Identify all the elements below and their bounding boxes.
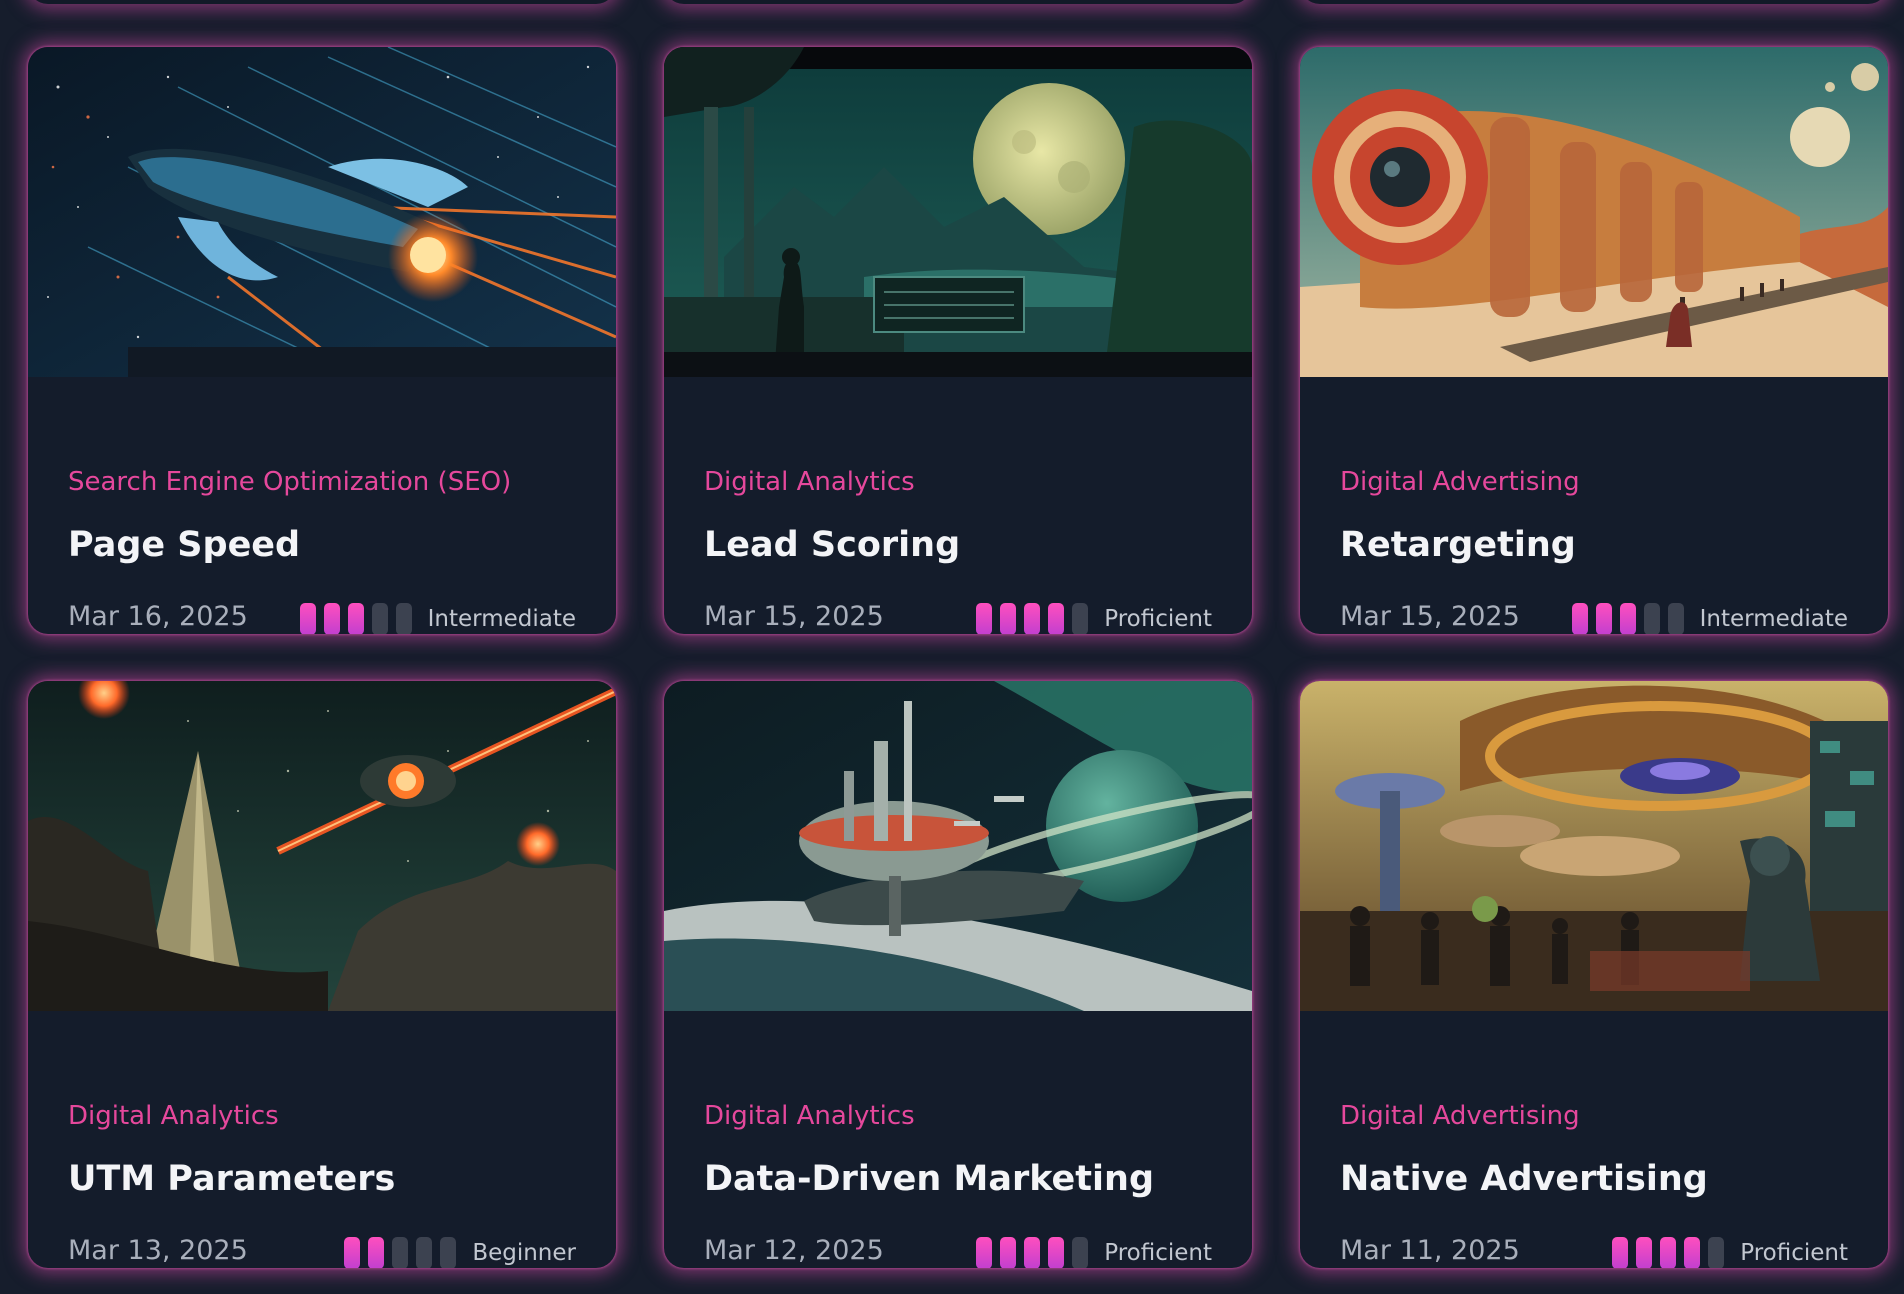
article-category[interactable]: Search Engine Optimization (SEO) [68, 467, 511, 497]
article-card[interactable]: Digital Advertising Retargeting Mar 15, … [1300, 47, 1888, 634]
difficulty-label: Proficient [1104, 1240, 1212, 1266]
alien-rocket-illustration [28, 681, 616, 1011]
difficulty-bar-filled [347, 603, 364, 634]
difficulty-bar-filled [368, 1237, 385, 1268]
article-date: Mar 16, 2025 [68, 601, 248, 632]
difficulty-bar-filled [1636, 1237, 1653, 1268]
difficulty-label: Intermediate [1699, 606, 1848, 632]
article-grid: Search Engine Optimization (SEO) Page Sp… [28, 47, 1888, 1268]
article-thumbnail[interactable] [28, 47, 616, 377]
difficulty-bar-empty [395, 603, 412, 634]
article-thumbnail[interactable] [664, 47, 1252, 377]
difficulty-label: Proficient [1104, 606, 1212, 632]
difficulty-bar-filled [323, 603, 340, 634]
spaceship-illustration [28, 47, 616, 377]
moon-valley-illustration [664, 47, 1252, 377]
desert-train-illustration [1300, 47, 1888, 377]
difficulty-bars [1571, 603, 1684, 634]
article-thumbnail[interactable] [1300, 47, 1888, 377]
difficulty-indicator: Proficient [976, 603, 1212, 634]
difficulty-bars [344, 1237, 457, 1268]
article-thumbnail[interactable] [664, 681, 1252, 1011]
article-title[interactable]: Lead Scoring [704, 525, 960, 565]
difficulty-bar-filled [1595, 603, 1612, 634]
article-card[interactable]: Digital Analytics Lead Scoring Mar 15, 2… [664, 47, 1252, 634]
difficulty-bar-filled [1048, 603, 1065, 634]
article-title[interactable]: Native Advertising [1340, 1159, 1708, 1199]
difficulty-bar-filled [1024, 603, 1041, 634]
difficulty-bar-filled [1000, 1237, 1017, 1268]
difficulty-bar-empty [1667, 603, 1684, 634]
article-thumbnail[interactable] [1300, 681, 1888, 1011]
difficulty-bar-filled [1612, 1237, 1629, 1268]
card-above-3-edge [1300, 0, 1888, 4]
difficulty-bar-filled [1571, 603, 1588, 634]
difficulty-bar-empty [1708, 1237, 1725, 1268]
article-date: Mar 15, 2025 [704, 601, 884, 632]
article-title[interactable]: Page Speed [68, 525, 300, 565]
difficulty-bars [976, 1237, 1089, 1268]
difficulty-bar-empty [371, 603, 388, 634]
article-card[interactable]: Digital Analytics UTM Parameters Mar 13,… [28, 681, 616, 1268]
difficulty-bar-filled [1048, 1237, 1065, 1268]
difficulty-bar-filled [344, 1237, 361, 1268]
article-grid-page: Search Engine Optimization (SEO) Page Sp… [0, 0, 1904, 1294]
article-category[interactable]: Digital Analytics [704, 467, 915, 497]
difficulty-label: Beginner [472, 1240, 576, 1266]
article-thumbnail[interactable] [28, 681, 616, 1011]
difficulty-label: Proficient [1740, 1240, 1848, 1266]
difficulty-indicator: Beginner [344, 1237, 576, 1268]
difficulty-bar-filled [1619, 603, 1636, 634]
difficulty-bar-empty [416, 1237, 433, 1268]
difficulty-bar-filled [1660, 1237, 1677, 1268]
article-category[interactable]: Digital Analytics [704, 1101, 915, 1131]
article-title[interactable]: Retargeting [1340, 525, 1576, 565]
article-date: Mar 12, 2025 [704, 1235, 884, 1266]
difficulty-indicator: Intermediate [299, 603, 576, 634]
article-card[interactable]: Digital Analytics Data-Driven Marketing … [664, 681, 1252, 1268]
article-card[interactable]: Digital Advertising Native Advertising M… [1300, 681, 1888, 1268]
article-date: Mar 15, 2025 [1340, 601, 1520, 632]
alien-market-illustration [1300, 681, 1888, 1011]
difficulty-bar-empty [392, 1237, 409, 1268]
article-category[interactable]: Digital Advertising [1340, 1101, 1580, 1131]
difficulty-indicator: Proficient [1612, 1237, 1848, 1268]
card-above-2-edge [664, 0, 1252, 4]
article-title[interactable]: UTM Parameters [68, 1159, 395, 1199]
difficulty-bar-filled [976, 1237, 993, 1268]
difficulty-bar-filled [1000, 603, 1017, 634]
difficulty-bars [976, 603, 1089, 634]
article-title[interactable]: Data-Driven Marketing [704, 1159, 1154, 1199]
difficulty-label: Intermediate [427, 606, 576, 632]
difficulty-indicator: Intermediate [1571, 603, 1848, 634]
article-card[interactable]: Search Engine Optimization (SEO) Page Sp… [28, 47, 616, 634]
difficulty-indicator: Proficient [976, 1237, 1212, 1268]
difficulty-bars [1612, 1237, 1725, 1268]
article-category[interactable]: Digital Advertising [1340, 467, 1580, 497]
space-station-illustration [664, 681, 1252, 1011]
difficulty-bar-filled [1684, 1237, 1701, 1268]
difficulty-bar-empty [1072, 1237, 1089, 1268]
article-category[interactable]: Digital Analytics [68, 1101, 279, 1131]
card-above-1-edge [28, 0, 616, 4]
difficulty-bar-filled [976, 603, 993, 634]
article-date: Mar 11, 2025 [1340, 1235, 1520, 1266]
difficulty-bar-empty [1643, 603, 1660, 634]
difficulty-bars [299, 603, 412, 634]
difficulty-bar-empty [440, 1237, 457, 1268]
difficulty-bar-filled [299, 603, 316, 634]
difficulty-bar-filled [1024, 1237, 1041, 1268]
article-date: Mar 13, 2025 [68, 1235, 248, 1266]
difficulty-bar-empty [1072, 603, 1089, 634]
